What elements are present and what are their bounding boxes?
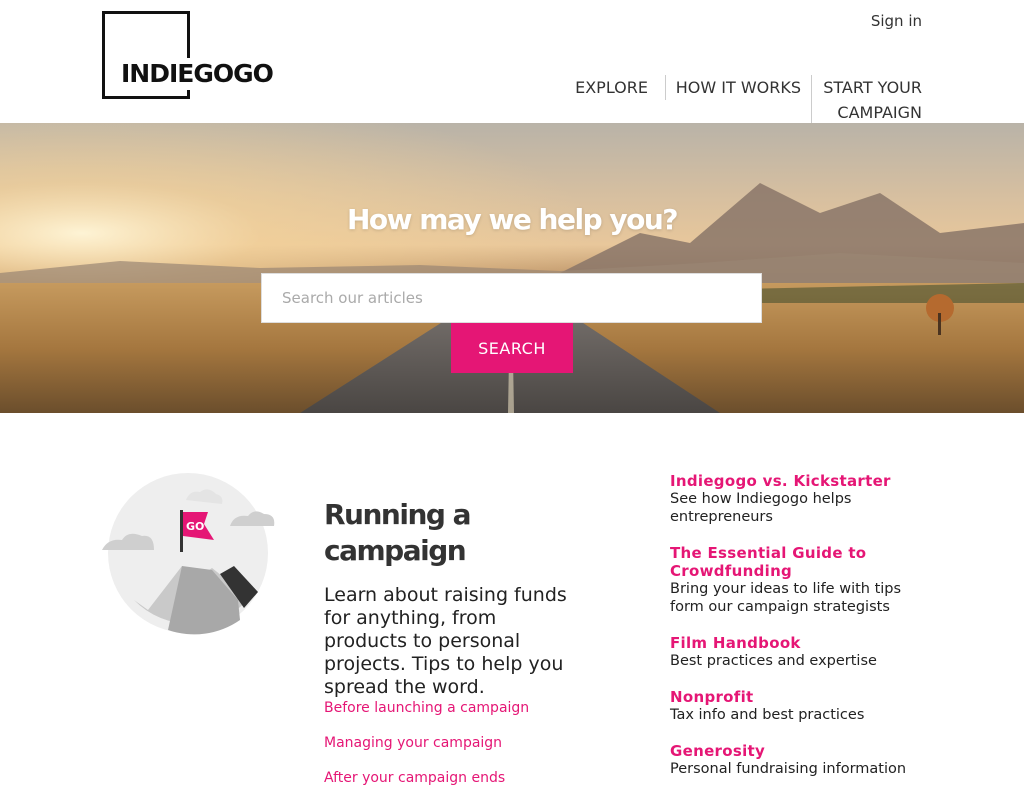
guide-description: Tax info and best practices (670, 707, 865, 723)
site-header: INDIEGOGO Sign in EXPLORE HOW IT WORKS S… (0, 0, 1024, 125)
hero-banner: How may we help you? SEARCH (0, 123, 1024, 413)
flag-label: GO (186, 520, 204, 533)
guide-title-nonprofit[interactable]: Nonprofit (670, 688, 930, 706)
guide-title-film-handbook[interactable]: Film Handbook (670, 634, 930, 652)
topic-links: Before launching a campaign Managing you… (324, 698, 529, 803)
guide-description: Bring your ideas to life with tips form … (670, 581, 902, 615)
guide-title-essential-guide[interactable]: The Essential Guide to Crowdfunding (670, 544, 930, 580)
guide-item: Generosity Personal fundraising informat… (670, 742, 930, 778)
search-input[interactable] (261, 273, 762, 323)
mountain-flag-illustration: GO (100, 470, 276, 640)
logo-text: INDIEGOGO (119, 58, 275, 90)
guide-description: Personal fundraising information (670, 761, 907, 777)
nav-explore[interactable]: EXPLORE (575, 75, 648, 100)
guide-description: See how Indiegogo helps entrepreneurs (670, 491, 852, 525)
link-managing-campaign[interactable]: Managing your campaign (324, 733, 529, 768)
nav-start-your-campaign[interactable]: START YOUR CAMPAIGN (811, 75, 922, 125)
search-button[interactable]: SEARCH (451, 323, 573, 373)
guides-list: Indiegogo vs. Kickstarter See how Indieg… (670, 472, 930, 796)
link-after-campaign[interactable]: After your campaign ends (324, 768, 529, 803)
guide-description: Best practices and expertise (670, 653, 877, 669)
nav-how-it-works[interactable]: HOW IT WORKS (664, 75, 801, 100)
hero-title: How may we help you? (346, 203, 679, 236)
section-title: Running a campaign (324, 498, 472, 568)
guide-title-indiegogo-vs-kickstarter[interactable]: Indiegogo vs. Kickstarter (670, 472, 930, 490)
guide-item: The Essential Guide to Crowdfunding Brin… (670, 544, 930, 616)
sign-in-link[interactable]: Sign in (871, 12, 922, 30)
guide-title-generosity[interactable]: Generosity (670, 742, 930, 760)
guide-item: Film Handbook Best practices and experti… (670, 634, 930, 670)
guide-item: Indiegogo vs. Kickstarter See how Indieg… (670, 472, 930, 526)
guide-item: Nonprofit Tax info and best practices (670, 688, 930, 724)
section-description: Learn about raising funds for anything, … (324, 584, 567, 698)
link-before-launching[interactable]: Before launching a campaign (324, 698, 529, 733)
